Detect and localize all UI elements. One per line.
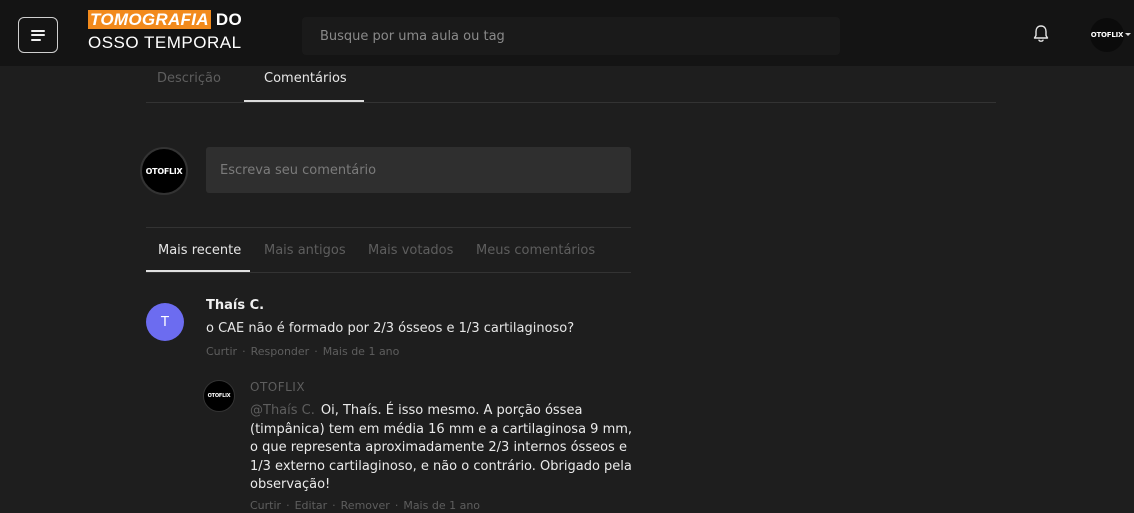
tab-comentarios[interactable]: Comentários [264, 71, 347, 86]
user-avatar[interactable]: OTOFLIX [1090, 18, 1124, 52]
comment-avatar[interactable]: T [146, 303, 184, 341]
active-tab-indicator [244, 100, 364, 102]
logo-line1-rest: DO [210, 10, 242, 29]
active-sort-indicator [146, 270, 250, 272]
bell-icon[interactable] [1032, 24, 1050, 44]
search-bar [302, 17, 840, 55]
comment-time: Mais de 1 ano [322, 345, 400, 358]
menu-button[interactable] [18, 17, 58, 53]
sort-tab-meus-comentarios[interactable]: Meus comentários [476, 243, 595, 258]
logo-highlight: TOMOGRAFIA [88, 10, 211, 29]
comment-author[interactable]: Thaís C. [206, 298, 264, 313]
like-link[interactable]: Curtir [250, 499, 281, 512]
reply-time: Mais de 1 ano [403, 499, 481, 512]
reply-meta: Curtir · Editar · Remover · Mais de 1 ano [250, 499, 480, 512]
hamburger-icon [31, 29, 45, 41]
reply-link[interactable]: Responder [251, 345, 310, 358]
separator-dot: · [286, 499, 290, 512]
comment-composer [206, 147, 631, 193]
logo[interactable]: TOMOGRAFIA DO OSSO TEMPORAL [88, 10, 242, 53]
reply-mention[interactable]: @Thaís C. [250, 403, 315, 418]
comment-input[interactable] [206, 147, 631, 193]
sort-tabs: Mais recente Mais antigos Mais votados M… [146, 227, 631, 273]
search-input[interactable] [302, 17, 840, 55]
reply-body: @Thaís C. Oi, Thaís. É isso mesmo. A porç… [250, 402, 640, 495]
like-link[interactable]: Curtir [206, 345, 237, 358]
sort-tab-mais-antigos[interactable]: Mais antigos [264, 243, 346, 258]
chevron-down-icon[interactable] [1125, 33, 1131, 36]
composer-avatar: OTOFLIX [140, 147, 188, 195]
content-tabs: Descrição Comentários [146, 66, 996, 103]
sort-tab-mais-votados[interactable]: Mais votados [368, 243, 453, 258]
comment-meta: Curtir · Responder · Mais de 1 ano [206, 345, 399, 358]
comment-text: o CAE não é formado por 2/3 ósseos e 1/3… [206, 321, 575, 336]
separator-dot: · [332, 499, 336, 512]
reply-avatar[interactable]: OTOFLIX [203, 380, 235, 412]
separator-dot: · [394, 499, 399, 512]
reply-author[interactable]: OTOFLIX [250, 380, 305, 394]
top-bar: TOMOGRAFIA DO OSSO TEMPORAL OTOFLIX [0, 0, 1134, 66]
sort-tab-mais-recente[interactable]: Mais recente [158, 243, 241, 258]
separator-dot: · [242, 345, 246, 358]
edit-link[interactable]: Editar [295, 499, 328, 512]
logo-line2: OSSO TEMPORAL [88, 33, 242, 52]
separator-dot: · [314, 345, 318, 358]
remove-link[interactable]: Remover [341, 499, 390, 512]
tab-descricao[interactable]: Descrição [157, 71, 221, 86]
